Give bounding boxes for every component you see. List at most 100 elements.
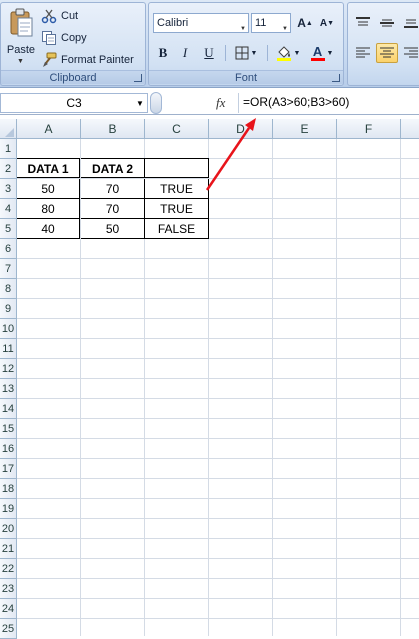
formula-input[interactable]: =OR(A3>60;B3>60) (238, 93, 419, 113)
font-color-button[interactable]: A ▼ (307, 43, 337, 63)
cut-button[interactable]: Cut (41, 6, 145, 26)
font-group-label: Font (149, 70, 343, 84)
row-header-21[interactable]: 21 (0, 539, 17, 559)
font-group: Calibri ▼ 11 ▼ A ▲ A ▼ B I U ▼ ▼ A ▼ Fon… (148, 2, 344, 86)
dialog-launcher-icon[interactable] (134, 74, 142, 82)
row-header-12[interactable]: 12 (0, 359, 17, 379)
row-header-13[interactable]: 13 (0, 379, 17, 399)
align-left-icon (356, 47, 370, 58)
cell-c2[interactable] (145, 158, 209, 178)
font-color-icon: A (312, 43, 323, 59)
shrink-font-button[interactable]: A ▼ (317, 13, 337, 33)
bold-button[interactable]: B (153, 43, 173, 63)
shrink-font-icon: A (319, 17, 328, 29)
row-header-1[interactable]: 1 (0, 139, 17, 159)
row-header-16[interactable]: 16 (0, 439, 17, 459)
align-middle-button[interactable] (376, 13, 398, 33)
row-header-11[interactable]: 11 (0, 339, 17, 359)
row-header-9[interactable]: 9 (0, 299, 17, 319)
copy-button[interactable]: Copy (41, 28, 145, 48)
paste-button[interactable]: Paste ▼ (3, 6, 39, 68)
row-header-2[interactable]: 2 (0, 159, 17, 179)
borders-icon (235, 46, 249, 60)
column-header-b[interactable]: B (81, 119, 145, 139)
chevron-down-icon: ▼ (282, 26, 288, 32)
clipboard-group-label: Clipboard (1, 70, 145, 84)
name-box[interactable]: C3 (0, 93, 148, 113)
cell-c4[interactable]: TRUE (145, 199, 209, 219)
borders-button[interactable]: ▼ (231, 43, 261, 63)
copy-label: Copy (61, 32, 87, 44)
align-right-icon (404, 47, 418, 58)
font-name-value: Calibri (157, 17, 189, 29)
chevron-down-icon[interactable]: ▼ (17, 58, 24, 65)
row-header-7[interactable]: 7 (0, 259, 17, 279)
cell-b4[interactable]: 70 (81, 199, 145, 219)
cell-b5[interactable]: 50 (81, 219, 145, 239)
fill-color-button[interactable]: ▼ (273, 43, 303, 63)
chevron-down-icon[interactable]: ▼ (136, 99, 144, 108)
row-header-17[interactable]: 17 (0, 459, 17, 479)
paint-bucket-icon (276, 46, 291, 61)
cell-c3[interactable]: TRUE (145, 179, 209, 199)
row-header-19[interactable]: 19 (0, 499, 17, 519)
font-size-value: 11 (255, 17, 267, 29)
align-middle-icon (380, 19, 394, 27)
cell-b2[interactable]: DATA 2 (81, 158, 145, 178)
column-header-d[interactable]: D (209, 119, 273, 139)
row-header-24[interactable]: 24 (0, 599, 17, 619)
copy-icon (42, 31, 56, 45)
align-left-button[interactable] (352, 43, 374, 63)
row-header-15[interactable]: 15 (0, 419, 17, 439)
cut-label: Cut (61, 10, 79, 22)
align-top-button[interactable] (352, 13, 374, 33)
align-bottom-icon (404, 19, 418, 28)
column-header-c[interactable]: C (145, 119, 209, 139)
column-header-e[interactable]: E (273, 119, 337, 139)
align-right-button[interactable] (400, 43, 419, 63)
insert-function-icon[interactable]: fx (216, 95, 225, 111)
row-header-4[interactable]: 4 (0, 199, 17, 219)
italic-button[interactable]: I (175, 43, 195, 63)
align-center-icon (380, 47, 394, 58)
row-header-18[interactable]: 18 (0, 479, 17, 499)
chevron-down-icon: ▼ (240, 26, 246, 32)
column-header-a[interactable]: A (17, 119, 81, 139)
row-header-3[interactable]: 3 (0, 179, 17, 199)
column-header-f[interactable]: F (337, 119, 401, 139)
cell-c5[interactable]: FALSE (145, 219, 209, 239)
dialog-launcher-icon[interactable] (332, 74, 340, 82)
grow-font-button[interactable]: A ▲ (295, 13, 315, 33)
paintbrush-icon (43, 52, 57, 67)
row-header-23[interactable]: 23 (0, 579, 17, 599)
align-bottom-button[interactable] (400, 13, 419, 33)
formula-bar: C3 ▼ fx =OR(A3>60;B3>60) (0, 91, 419, 115)
row-header-5[interactable]: 5 (0, 219, 17, 239)
grow-font-icon: A (297, 16, 306, 30)
ribbon: Paste ▼ Cut Copy Format Painter Clipboar… (0, 0, 419, 88)
row-header-10[interactable]: 10 (0, 319, 17, 339)
scissors-icon (41, 9, 57, 24)
row-header-8[interactable]: 8 (0, 279, 17, 299)
paste-label: Paste (6, 44, 36, 56)
align-center-button[interactable] (376, 43, 398, 63)
select-all-button[interactable] (0, 119, 17, 139)
row-header-14[interactable]: 14 (0, 399, 17, 419)
row-header-20[interactable]: 20 (0, 519, 17, 539)
cell-a2[interactable]: DATA 1 (17, 158, 80, 178)
cell-a3[interactable]: 50 (17, 179, 80, 199)
cell-b3[interactable]: 70 (81, 179, 145, 199)
cell-a4[interactable]: 80 (17, 199, 80, 219)
row-header-22[interactable]: 22 (0, 559, 17, 579)
font-size-select[interactable]: 11 ▼ (251, 13, 291, 33)
row-header-6[interactable]: 6 (0, 239, 17, 259)
formula-bar-splitter[interactable] (150, 92, 162, 114)
cell-a5[interactable]: 40 (17, 219, 80, 239)
row-header-25[interactable]: 25 (0, 619, 17, 639)
format-painter-button[interactable]: Format Painter (41, 50, 145, 70)
font-name-select[interactable]: Calibri ▼ (153, 13, 249, 33)
column-headers: ABCDEF (0, 119, 419, 139)
underline-button[interactable]: U (197, 43, 221, 63)
alignment-group (347, 2, 419, 86)
worksheet-grid[interactable]: DATA 1 DATA 2 50 70 TRUE 80 70 TRUE 40 50 FALSE (17, 139, 419, 636)
